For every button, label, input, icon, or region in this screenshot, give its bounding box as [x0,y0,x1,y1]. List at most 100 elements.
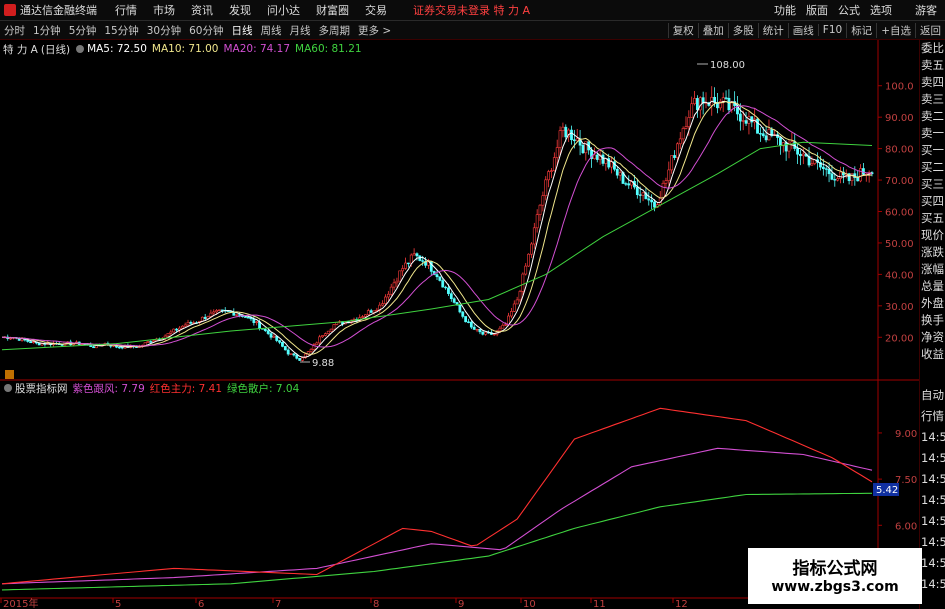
candle-body [255,321,259,323]
candle-body [572,139,576,142]
menu-bar: 通达信金融终端 行情 市场 资讯 发现 问小达 财富圈 交易 证券交易未登录 特… [0,0,945,21]
quote-field-label[interactable]: 涨跌 [920,244,945,261]
menu-trade[interactable]: 交易 [365,2,387,18]
quote-field-label[interactable]: 委比 [920,40,945,57]
candle-body [172,328,176,333]
overlay-button[interactable]: 叠加 [697,22,728,38]
menu-discover[interactable]: 发现 [229,2,251,18]
quote-field-label[interactable]: 总量 [920,278,945,295]
mark-button[interactable]: 标记 [846,22,876,38]
candle-body [661,182,665,199]
candle-body [544,179,548,196]
tab-weekly[interactable]: 周线 [261,23,282,38]
price-tick-label: 90.00 [885,113,914,124]
quote-field-label[interactable]: 涨幅 [920,261,945,278]
menu-ask[interactable]: 问小达 [267,2,300,18]
candle-body [364,314,367,317]
quote-field-label[interactable]: 卖二 [920,108,945,125]
candle-body [183,324,187,327]
quote-field-label[interactable]: 买四 [920,193,945,210]
menu-layout[interactable]: 版面 [806,2,828,18]
candle-body [149,341,153,343]
candle-body [624,183,628,185]
tab-1min[interactable]: 1分钟 [33,23,61,38]
time-tick-label: 10 [523,599,536,609]
tab-60min[interactable]: 60分钟 [189,23,223,38]
candle-body [278,340,281,343]
statistics-button[interactable]: 统计 [757,22,788,38]
tick-time-label: 行情 [921,409,944,423]
ma-lines [1,100,873,358]
guest-user[interactable]: 游客 [915,2,937,18]
menu-quotes[interactable]: 行情 [115,2,137,18]
quote-field-label[interactable]: 买三 [920,176,945,193]
quote-field-label[interactable]: 净资 [920,329,945,346]
quote-field-label[interactable]: 外盘 [920,295,945,312]
event-marker-icon[interactable] [5,370,14,379]
candle-body [481,331,485,335]
candle-body [799,153,802,157]
candle-body [386,293,390,298]
candle-body [441,280,445,288]
quote-field-label[interactable]: 卖四 [920,74,945,91]
time-tick-label: 2015年 [3,597,38,609]
quote-field-label[interactable]: 收益 [920,346,945,363]
candle-body [415,253,419,257]
tab-monthly[interactable]: 月线 [290,23,311,38]
tab-30min[interactable]: 30分钟 [147,23,181,38]
time-tick-label: 12 [675,599,688,609]
candle-body [269,333,273,338]
candle-body [801,153,805,157]
menu-wealth[interactable]: 财富圈 [316,2,349,18]
add-favorite-button[interactable]: +自选 [876,22,915,38]
candle-body [821,166,825,169]
candle-body [301,357,304,361]
kline-chart[interactable]: 100.0 90.00 80.00 70.00 60.00 50.00 40.00 30.00… [0,40,919,609]
candle-body [687,117,691,127]
candle-body [406,262,410,265]
quote-field-label[interactable]: 买五 [920,210,945,227]
candle-body [263,328,267,331]
tab-daily[interactable]: 日线 [232,23,253,38]
candle-body [727,97,731,111]
quote-field-label[interactable]: 卖一 [920,125,945,142]
candle-body [693,98,696,105]
quote-field-label[interactable]: 卖五 [920,57,945,74]
tick-time-label: 14:50 [921,556,945,570]
candle-body [724,97,728,99]
candle-body [478,328,482,333]
candle-body [673,155,676,158]
tab-15min[interactable]: 15分钟 [104,23,138,38]
quote-field-label[interactable]: 买一 [920,142,945,159]
app-name: 通达信金融终端 [20,4,97,17]
candle-body [286,349,290,355]
menu-options[interactable]: 选项 [870,2,892,18]
multi-stock-button[interactable]: 多股 [727,22,758,38]
f10-button[interactable]: F10 [817,24,846,36]
menu-function[interactable]: 功能 [774,2,796,18]
restore-rights-button[interactable]: 复权 [667,22,698,38]
menu-market[interactable]: 市场 [153,2,175,18]
candle-body [189,322,193,324]
tab-intraday[interactable]: 分时 [4,23,25,38]
candle-body [615,168,619,176]
tab-5min[interactable]: 5分钟 [69,23,97,38]
draw-line-button[interactable]: 画线 [787,22,818,38]
candle-body [464,316,468,323]
quote-field-label[interactable]: 现价 [920,227,945,244]
tab-multi-period[interactable]: 多周期 [319,23,351,38]
quote-field-label[interactable]: 买二 [920,159,945,176]
back-button[interactable]: 返回 [915,22,945,38]
candle-body [504,324,508,326]
candle-body [641,192,645,196]
candle-body [859,168,862,182]
candle-body [209,312,213,317]
time-tick-label: 8 [373,599,379,609]
tab-more[interactable]: 更多 > [358,23,391,38]
menu-formula[interactable]: 公式 [838,2,860,18]
menu-news[interactable]: 资讯 [191,2,213,18]
quote-field-label[interactable]: 换手 [920,312,945,329]
candle-body [384,296,387,304]
quote-field-label[interactable]: 卖三 [920,91,945,108]
login-tip[interactable]: 证券交易未登录 特 力 A [413,2,530,18]
